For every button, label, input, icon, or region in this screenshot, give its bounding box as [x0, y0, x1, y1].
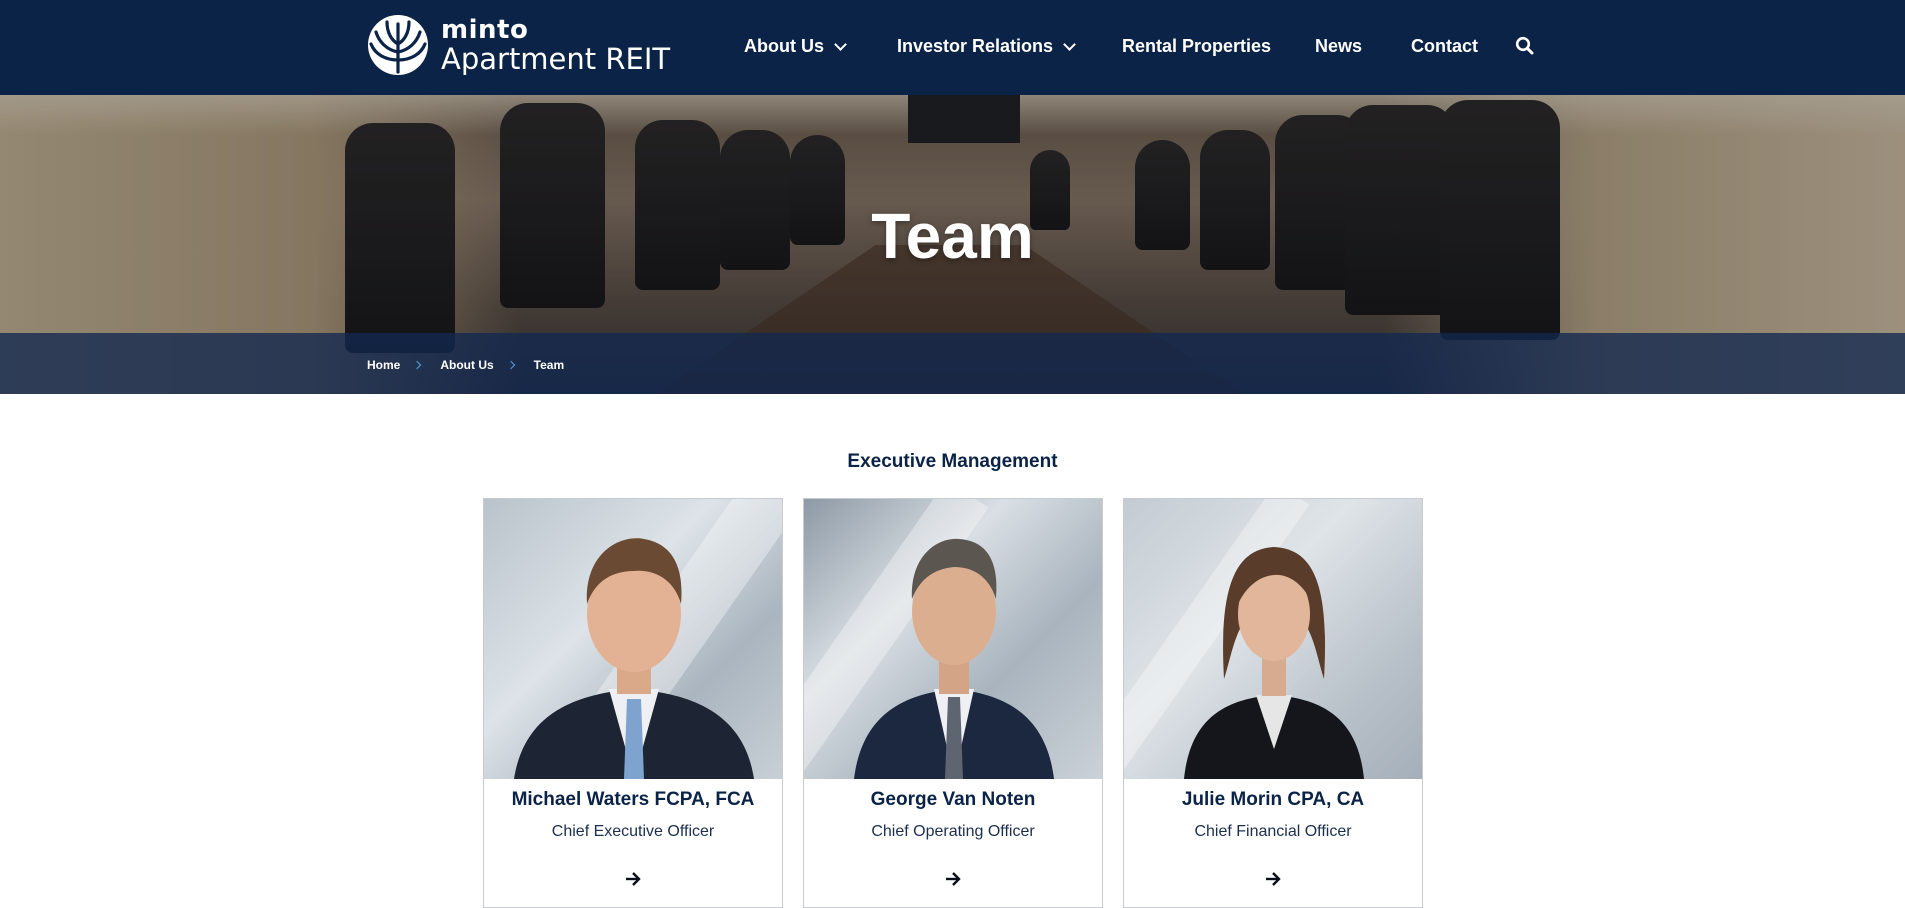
arrow-right-icon[interactable]	[943, 869, 963, 889]
nav-news[interactable]: News	[1315, 36, 1362, 57]
chevron-down-icon	[834, 37, 847, 51]
nav-about-us[interactable]: About Us	[744, 36, 847, 57]
chevron-right-icon	[506, 360, 515, 370]
breadcrumb-bar: Home About Us Team	[0, 333, 1905, 394]
breadcrumb-home[interactable]: Home	[367, 358, 400, 372]
team-member-card[interactable]: Julie Morin CPA, CA Chief Financial Offi…	[1123, 498, 1423, 908]
nav-label: Rental Properties	[1122, 36, 1272, 56]
team-member-name: George Van Noten	[870, 789, 1036, 810]
site-header: minto Apartment REIT About Us Investor R…	[0, 0, 1905, 95]
site-logo[interactable]: minto Apartment REIT	[367, 14, 670, 76]
arrow-right-icon[interactable]	[623, 869, 643, 889]
chevron-down-icon	[1063, 37, 1076, 51]
breadcrumb: Home About Us Team	[367, 358, 564, 372]
team-member-photo	[1124, 499, 1422, 779]
team-member-photo	[804, 499, 1102, 779]
logo-wordmark: minto Apartment REIT	[441, 17, 670, 74]
team-member-name: Michael Waters FCPA, FCA	[511, 789, 755, 810]
nav-label: Investor Relations	[897, 36, 1054, 56]
chevron-right-icon	[413, 360, 422, 370]
person-portrait-icon	[854, 538, 1054, 779]
team-member-card[interactable]: Michael Waters FCPA, FCA Chief Executive…	[483, 498, 783, 908]
team-member-role: Chief Executive Officer	[551, 823, 715, 840]
team-member-photo	[484, 499, 782, 779]
minto-logo-icon	[368, 15, 428, 75]
search-icon[interactable]	[1515, 36, 1535, 56]
logo-name-top: minto	[441, 14, 529, 45]
arrow-right-icon[interactable]	[1263, 869, 1283, 889]
nav-investor-relations[interactable]: Investor Relations	[897, 36, 1076, 57]
nav-contact[interactable]: Contact	[1411, 36, 1478, 57]
breadcrumb-current: Team	[533, 358, 565, 372]
breadcrumb-about-us[interactable]: About Us	[440, 358, 493, 372]
person-portrait-icon	[1184, 547, 1364, 779]
team-member-card[interactable]: George Van Noten Chief Operating Officer	[803, 498, 1103, 908]
page-title: Team	[871, 200, 1034, 272]
logo-name-bottom: Apartment REIT	[441, 41, 671, 76]
team-member-name: Julie Morin CPA, CA	[1181, 789, 1365, 810]
nav-label: Contact	[1411, 36, 1478, 56]
person-portrait-icon	[514, 538, 754, 779]
team-member-role: Chief Financial Officer	[1194, 823, 1352, 840]
team-member-role: Chief Operating Officer	[871, 823, 1035, 840]
nav-label: News	[1315, 36, 1363, 56]
nav-rental-properties[interactable]: Rental Properties	[1122, 36, 1271, 57]
section-title: Executive Management	[847, 451, 1058, 472]
nav-label: About Us	[744, 36, 824, 56]
